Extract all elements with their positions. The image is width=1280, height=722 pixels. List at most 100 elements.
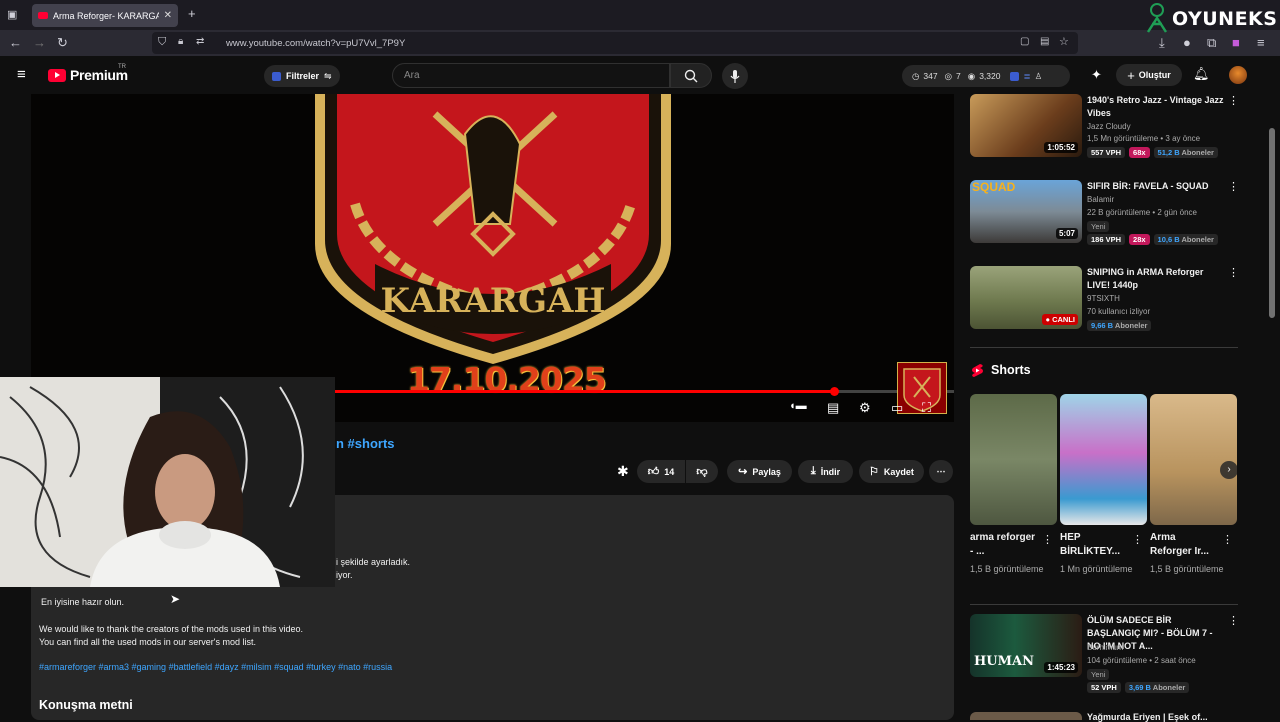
fullscreen-icon[interactable]: ⛶ xyxy=(922,400,931,416)
sparkle-icon[interactable]: ✱ xyxy=(617,463,629,480)
video-player[interactable]: KARARGAH 17.10.2025 ◖▬ ▤ ⚙ ▭ ⛶ xyxy=(31,94,954,422)
search-input[interactable]: Ara xyxy=(392,63,670,88)
video-thumbnail[interactable]: 1:05:52 xyxy=(970,94,1082,157)
channel-name[interactable]: Balamir xyxy=(1087,195,1114,204)
page-scrollbar[interactable] xyxy=(1269,128,1275,318)
dislike-button[interactable]: 👎︎ xyxy=(686,460,718,483)
search-button[interactable] xyxy=(670,63,712,88)
lock-icon[interactable]: 🔒︎ xyxy=(178,36,183,47)
studio-icon[interactable]: ✦ xyxy=(1091,67,1102,83)
more-options-icon[interactable]: ⋮ xyxy=(1228,180,1239,193)
shield-icon[interactable]: ⛉ xyxy=(158,36,166,49)
bookmark-icon: ⚐ xyxy=(869,466,879,478)
mascot-icon xyxy=(1146,3,1168,33)
shorts-heading-text: Shorts xyxy=(991,363,1031,377)
autoplay-toggle[interactable]: ◖▬ xyxy=(789,400,807,412)
filters-button[interactable]: Filtreler ⇋ xyxy=(264,65,340,87)
more-options-icon[interactable]: ⋮ xyxy=(1042,533,1053,546)
karargah-emblem: KARARGAH xyxy=(315,94,671,364)
video-thumbnail[interactable]: HUMAN 1:45:23 xyxy=(970,614,1082,677)
voice-search-button[interactable] xyxy=(722,63,748,89)
channel-name[interactable]: Jazz Cloudy xyxy=(1087,122,1131,131)
browser-tab-active[interactable]: Arma Reforger- KARARGAH #ar ✕ xyxy=(32,4,178,27)
new-badge: Yeni xyxy=(1087,669,1110,680)
video-thumbnail-partial[interactable] xyxy=(970,712,1082,720)
video-title[interactable]: SIFIR BİR: FAVELA - SQUAD xyxy=(1087,180,1225,193)
short-thumbnail[interactable]: › xyxy=(1150,394,1237,525)
theater-mode-icon[interactable]: ▭ xyxy=(891,400,903,416)
related-video[interactable]: 1:05:52 1940's Retro Jazz - Vintage Jazz… xyxy=(970,94,1250,164)
download-button[interactable]: ⤓ İndir xyxy=(798,460,853,483)
subtitles-icon[interactable]: ▤ xyxy=(827,400,839,416)
video-thumbnail[interactable]: SQUAD 5:07 xyxy=(970,180,1082,243)
url-bar[interactable]: ⛉ 🔒︎ ⇄ www.youtube.com/watch?v=pU7Vvl_7P… xyxy=(152,32,1078,54)
description-ready: En iyisine hazır olun. xyxy=(41,597,125,607)
tab-list-icon[interactable]: ▣ xyxy=(7,7,17,23)
video-title[interactable]: SNIPING in ARMA Reforger LIVE! 1440p xyxy=(1087,266,1225,292)
bookmark-star-icon[interactable]: ☆ xyxy=(1059,35,1069,48)
forward-icon[interactable]: → xyxy=(33,35,46,51)
new-badge: Yeni xyxy=(1087,221,1110,232)
channel-name[interactable]: 9TSIXTH xyxy=(1087,294,1120,303)
short-thumbnail[interactable] xyxy=(970,394,1057,525)
stat-c: 3,320 xyxy=(979,71,1001,81)
close-tab-icon[interactable]: ✕ xyxy=(164,10,172,21)
settings-gear-icon[interactable]: ⚙ xyxy=(859,400,871,416)
scrubber-handle[interactable] xyxy=(830,387,839,396)
related-video[interactable]: HUMAN 1:45:23 ÖLÜM SADECE BİR BAŞLANGIÇ … xyxy=(970,614,1250,696)
notifications-bell-icon[interactable]: 🔔︎ xyxy=(1193,66,1210,82)
video-stats-row: 557 VPH 68x 51,2 B Aboneler xyxy=(1087,147,1218,158)
short-thumbnail[interactable] xyxy=(1060,394,1147,525)
video-title[interactable]: 1940's Retro Jazz - Vintage Jazz Vibes xyxy=(1087,94,1225,120)
hashtags[interactable]: #armareforger #arma3 #gaming #battlefiel… xyxy=(39,662,392,672)
share-button[interactable]: ↪ Paylaş xyxy=(727,460,792,483)
channel-name[interactable]: Burhimum xyxy=(1087,643,1123,652)
save-button[interactable]: ⚐ Kaydet xyxy=(859,460,924,483)
stats-pill[interactable]: ◷ 347 ◎ 7 ◉ 3,320 ≣ ♙ xyxy=(902,65,1070,87)
sliders-icon: ⇋ xyxy=(324,70,332,81)
new-tab-icon[interactable]: + xyxy=(188,6,196,22)
related-video[interactable]: SQUAD 5:07 SIFIR BİR: FAVELA - SQUAD Bal… xyxy=(970,180,1250,250)
info-icon[interactable]: ● xyxy=(1183,35,1191,51)
subscribers-label: Aboneler xyxy=(1152,683,1186,692)
search-icon xyxy=(684,69,698,82)
more-options-icon[interactable]: ⋮ xyxy=(1228,94,1239,107)
video-meta: 70 kullanıcı izliyor xyxy=(1087,307,1151,316)
short-title[interactable]: Arma Reforger Ir... xyxy=(1150,531,1220,559)
youtube-logo[interactable]: Premium TR xyxy=(48,64,128,83)
downloads-icon[interactable]: ⤓ xyxy=(1159,35,1165,51)
emblem-text: KARARGAH xyxy=(381,281,606,321)
extensions-icon[interactable]: ⧉ xyxy=(1207,35,1216,51)
subscribers-badge: 3,69 B Aboneler xyxy=(1124,682,1190,693)
vph-badge: 557 VPH xyxy=(1087,147,1126,158)
subscribers-value: 10,6 B xyxy=(1157,235,1180,244)
more-options-icon[interactable]: ⋮ xyxy=(1132,533,1143,546)
vph-badge: 52 VPH xyxy=(1087,682,1121,693)
avatar[interactable] xyxy=(1229,66,1247,84)
more-actions-button[interactable]: ⋯ xyxy=(929,460,953,483)
menu-icon[interactable]: ≡ xyxy=(1257,35,1265,51)
live-badge: ● CANLI xyxy=(1042,314,1078,325)
create-button[interactable]: + Oluştur xyxy=(1116,64,1182,86)
video-duration: 5:07 xyxy=(1055,228,1078,239)
extension-icon xyxy=(272,71,281,81)
reload-icon[interactable]: ↻ xyxy=(57,35,68,51)
video-title-partial[interactable]: Yağmurda Eriyen | Eşek of... xyxy=(1087,712,1208,722)
like-button[interactable]: 👍︎ 14 xyxy=(637,460,685,483)
related-video-live[interactable]: ● CANLI SNIPING in ARMA Reforger LIVE! 1… xyxy=(970,266,1250,336)
more-options-icon[interactable]: ⋮ xyxy=(1228,266,1239,279)
more-options-icon[interactable]: ⋮ xyxy=(1228,614,1239,627)
more-options-icon[interactable]: ⋮ xyxy=(1222,533,1233,546)
back-icon[interactable]: ← xyxy=(9,35,22,51)
next-arrow-icon[interactable]: › xyxy=(1220,461,1237,479)
subscribers-label: Aboneler xyxy=(1181,148,1214,157)
video-thumbnail[interactable]: ● CANLI xyxy=(970,266,1082,329)
profile-icon[interactable]: ■ xyxy=(1232,35,1240,51)
permissions-icon[interactable]: ⇄ xyxy=(196,36,204,47)
subscribers-label: Aboneler xyxy=(1181,235,1214,244)
picture-icon[interactable]: ▢ xyxy=(1020,36,1029,47)
short-title[interactable]: HEP BİRLİKTEY... xyxy=(1060,531,1130,559)
hamburger-menu-icon[interactable]: ≡ xyxy=(17,66,26,83)
short-title[interactable]: arma reforger - ... xyxy=(970,531,1040,559)
reader-icon[interactable]: ▤ xyxy=(1040,36,1049,47)
